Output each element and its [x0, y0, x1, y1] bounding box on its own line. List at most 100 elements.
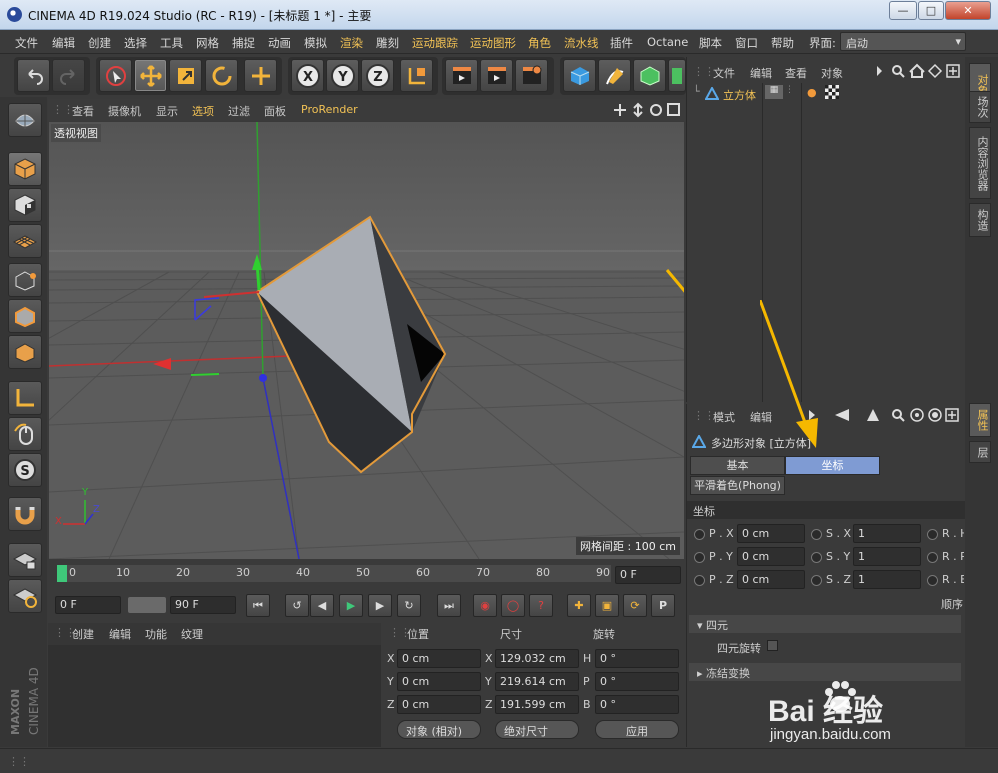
- model-mode-button[interactable]: [8, 152, 42, 186]
- x-axis-lock-button[interactable]: X: [291, 59, 324, 92]
- point-mode-button[interactable]: [8, 263, 42, 297]
- uvw-tag-icon[interactable]: [825, 85, 839, 99]
- material-menu-texture[interactable]: 纹理: [181, 626, 203, 642]
- menu-select[interactable]: 选择: [124, 35, 147, 51]
- go-to-start-button[interactable]: ⏮: [246, 594, 270, 617]
- timeline-ruler[interactable]: [57, 565, 611, 582]
- key-rotation-button[interactable]: ⟳: [623, 594, 647, 617]
- rot-h-field[interactable]: 0 °: [595, 649, 679, 668]
- tweak-mode-button[interactable]: [8, 417, 42, 451]
- material-menu-edit[interactable]: 编辑: [109, 626, 131, 642]
- make-editable-button[interactable]: [8, 103, 42, 137]
- edge-mode-button[interactable]: [8, 299, 42, 333]
- anim-key-radio[interactable]: [811, 575, 822, 586]
- maximize-button[interactable]: □: [918, 1, 944, 20]
- menu-plugins[interactable]: 插件: [610, 35, 633, 51]
- menu-sculpt[interactable]: 雕刻: [376, 35, 399, 51]
- size-mode-dropdown[interactable]: 绝对尺寸: [495, 720, 579, 739]
- cube-object-button[interactable]: [563, 59, 596, 92]
- quaternion-rotation-checkbox[interactable]: [767, 640, 778, 651]
- next-frame-button[interactable]: ▶: [368, 594, 392, 617]
- key-parameter-button[interactable]: P: [651, 594, 675, 617]
- coordinate-system-button[interactable]: [400, 59, 433, 92]
- previous-key-button[interactable]: ↺: [285, 594, 309, 617]
- menu-octane[interactable]: Octane: [647, 35, 688, 49]
- object-menu-objects[interactable]: 对象: [821, 65, 843, 81]
- tab-content-browser[interactable]: 内容浏览器: [969, 127, 991, 199]
- play-button[interactable]: ▶: [339, 594, 363, 617]
- attr-menu-mode[interactable]: 模式: [713, 409, 735, 425]
- undo-button[interactable]: [17, 59, 50, 92]
- viewport-menu-view[interactable]: 查看: [72, 103, 94, 119]
- tab-phong[interactable]: 平滑着色(Phong): [690, 476, 785, 495]
- render-picture-viewer-button[interactable]: [480, 59, 513, 92]
- menu-character[interactable]: 角色: [528, 35, 551, 51]
- timeline[interactable]: 0 10 20 30 40 50 60 70 80 90 0 F: [49, 562, 685, 590]
- menu-motion-tracker[interactable]: 运动跟踪: [412, 35, 458, 51]
- menu-window[interactable]: 窗口: [735, 35, 758, 51]
- menu-create[interactable]: 创建: [88, 35, 111, 51]
- object-row[interactable]: └ 立方体 ▦ ⋮ ●: [687, 85, 965, 103]
- anim-key-radio[interactable]: [927, 529, 938, 540]
- viewport-menu-cameras[interactable]: 摄像机: [108, 103, 141, 119]
- layout-select[interactable]: 启动 ▾: [840, 32, 966, 51]
- apply-button[interactable]: 应用: [595, 720, 679, 739]
- workplane-lock-button[interactable]: [8, 543, 42, 577]
- tab-layers[interactable]: 层: [969, 441, 991, 463]
- render-settings-button[interactable]: [515, 59, 548, 92]
- sy-field[interactable]: 1: [853, 547, 921, 566]
- phong-tag-icon[interactable]: ●: [807, 86, 817, 99]
- pos-x-field[interactable]: 0 cm: [397, 649, 481, 668]
- tab-attributes[interactable]: 属性: [969, 403, 991, 437]
- snap-button[interactable]: S: [8, 453, 42, 487]
- autokey-button[interactable]: ◯: [501, 594, 525, 617]
- object-name[interactable]: 立方体: [723, 87, 756, 103]
- pz-field[interactable]: 0 cm: [737, 570, 805, 589]
- viewport-menu-filter[interactable]: 过滤: [228, 103, 250, 119]
- key-position-button[interactable]: ✚: [567, 594, 591, 617]
- menu-file[interactable]: 文件: [15, 35, 38, 51]
- scale-tool-button[interactable]: [169, 59, 202, 92]
- timeline-playhead[interactable]: [57, 565, 67, 582]
- object-list[interactable]: └ 立方体 ▦ ⋮ ●: [687, 83, 965, 402]
- anim-key-radio[interactable]: [694, 552, 705, 563]
- anim-key-radio[interactable]: [811, 552, 822, 563]
- z-axis-lock-button[interactable]: Z: [361, 59, 394, 92]
- menu-render[interactable]: 渲染: [340, 35, 363, 51]
- array-button[interactable]: [668, 59, 686, 92]
- rot-p-field[interactable]: 0 °: [595, 672, 679, 691]
- tab-structure[interactable]: 构造: [969, 203, 991, 237]
- menu-edit[interactable]: 编辑: [52, 35, 75, 51]
- rotate-tool-button[interactable]: [205, 59, 238, 92]
- anim-key-radio[interactable]: [694, 575, 705, 586]
- record-keys-button[interactable]: ◉: [473, 594, 497, 617]
- menu-animate[interactable]: 动画: [268, 35, 291, 51]
- move-tool-button[interactable]: [134, 59, 167, 92]
- menu-mesh[interactable]: 网格: [196, 35, 219, 51]
- anim-key-radio[interactable]: [811, 529, 822, 540]
- material-list-area[interactable]: [48, 645, 381, 747]
- previous-frame-button[interactable]: ◀: [310, 594, 334, 617]
- layer-icon[interactable]: ▦: [765, 85, 783, 99]
- viewport-menu-prorender[interactable]: ProRender: [301, 103, 358, 116]
- anim-key-radio[interactable]: [694, 529, 705, 540]
- viewport-menu-display[interactable]: 显示: [156, 103, 178, 119]
- menu-mograph[interactable]: 运动图形: [470, 35, 516, 51]
- menu-script[interactable]: 脚本: [699, 35, 722, 51]
- viewport-menu-options[interactable]: 选项: [192, 103, 214, 119]
- menu-help[interactable]: 帮助: [771, 35, 794, 51]
- px-field[interactable]: 0 cm: [737, 524, 805, 543]
- size-y-field[interactable]: 219.614 cm: [495, 672, 579, 691]
- magnet-tool-button[interactable]: [8, 497, 42, 531]
- menu-simulate[interactable]: 模拟: [304, 35, 327, 51]
- sz-field[interactable]: 1: [853, 570, 921, 589]
- object-menu-file[interactable]: 文件: [713, 65, 735, 81]
- object-menu-view[interactable]: 查看: [785, 65, 807, 81]
- anim-key-radio[interactable]: [927, 552, 938, 563]
- coordinate-mode-dropdown[interactable]: 对象 (相对): [397, 720, 481, 739]
- perspective-viewport[interactable]: Y X Z 透视视图 网格间距 : 100 cm: [49, 122, 684, 559]
- texture-mode-button[interactable]: [8, 188, 42, 222]
- next-key-button[interactable]: ↻: [397, 594, 421, 617]
- pos-z-field[interactable]: 0 cm: [397, 695, 481, 714]
- y-axis-lock-button[interactable]: Y: [326, 59, 359, 92]
